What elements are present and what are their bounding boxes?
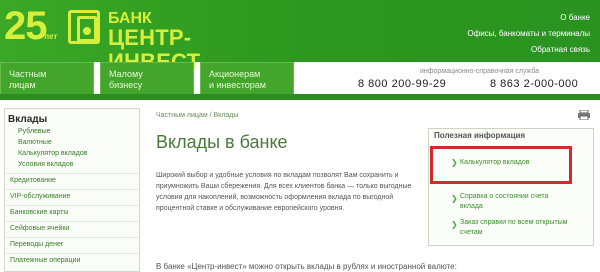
deposits-paragraph: В банке «Центр-инвест» можно открыть вкл… [156, 262, 457, 271]
sidebar-item-transfers[interactable]: Переводы денег [10, 241, 63, 248]
sidebar-item-currency[interactable]: Валютные [18, 139, 52, 146]
sidebar-divider [6, 253, 138, 254]
tab-shareholders-line2: и инвесторам [209, 80, 266, 90]
logo-years: лет [44, 32, 58, 41]
tab-shareholders[interactable]: Акционерам и инвесторам [200, 62, 294, 96]
sidebar-item-payments[interactable]: Платежные операции [10, 257, 80, 264]
sidebar-item-rub[interactable]: Рублевые [18, 128, 51, 135]
tab-individuals[interactable]: Частным лицам [0, 62, 94, 96]
sidebar-divider [6, 205, 138, 206]
phone-number-2: 8 863 2-000-000 [490, 78, 579, 90]
intro-paragraph: Широкий выбор и удобные условия по вклад… [156, 172, 412, 212]
order-statement-link[interactable]: Заказ справки по всем открытым счетам [460, 218, 570, 238]
sidebar-divider [6, 237, 138, 238]
sidebar-divider [6, 221, 138, 222]
offices-atms-link[interactable]: Офисы, банкоматы и терминалы [467, 26, 590, 42]
useful-info-title: Полезная информация [434, 131, 526, 140]
chevron-right-icon: ❯ [451, 220, 458, 229]
tab-small-business-line1: Малому [109, 69, 143, 79]
phone-number-1: 8 800 200-99-29 [358, 78, 447, 90]
tab-shareholders-line1: Акционерам [209, 69, 261, 79]
logo-anniversary-number: 25 [4, 4, 47, 48]
sidebar-item-calculator[interactable]: Калькулятор вкладов [18, 150, 87, 157]
feedback-link[interactable]: Обратная связь [467, 42, 590, 58]
tab-individuals-line1: Частным [9, 69, 47, 79]
sidebar-item-terms[interactable]: Условия вкладов [18, 161, 73, 168]
account-statement-link[interactable]: Справка о состоянии счета вклада [460, 192, 570, 212]
phone-caption: информационно-справочная служба [420, 68, 540, 75]
sidebar-divider [6, 173, 138, 174]
tab-small-business-line2: бизнесу [109, 80, 143, 90]
about-bank-link[interactable]: О банке [467, 10, 590, 26]
tab-small-business[interactable]: Малому бизнесу [100, 62, 194, 96]
logo-emblem-icon [68, 10, 100, 44]
top-links: О банке Офисы, банкоматы и терминалы Обр… [467, 10, 590, 58]
print-icon[interactable] [578, 110, 590, 120]
sidebar-title: Вклады [8, 114, 48, 125]
nav-underline [0, 94, 600, 100]
highlight-frame [430, 146, 572, 184]
sidebar-item-safe-boxes[interactable]: Сейфовые ячейки [10, 225, 69, 232]
sidebar-item-credit[interactable]: Кредитование [10, 177, 56, 184]
tab-individuals-line2: лицам [9, 80, 36, 90]
sidebar-item-vip[interactable]: VIP-обслуживание [10, 193, 70, 200]
sidebar-divider [6, 189, 138, 190]
page-title: Вклады в банке [156, 132, 288, 152]
chevron-right-icon: ❯ [451, 194, 458, 203]
sidebar-item-cards[interactable]: Банковские карты [10, 209, 68, 216]
breadcrumb[interactable]: Частным лицам / Вклады [156, 112, 238, 119]
